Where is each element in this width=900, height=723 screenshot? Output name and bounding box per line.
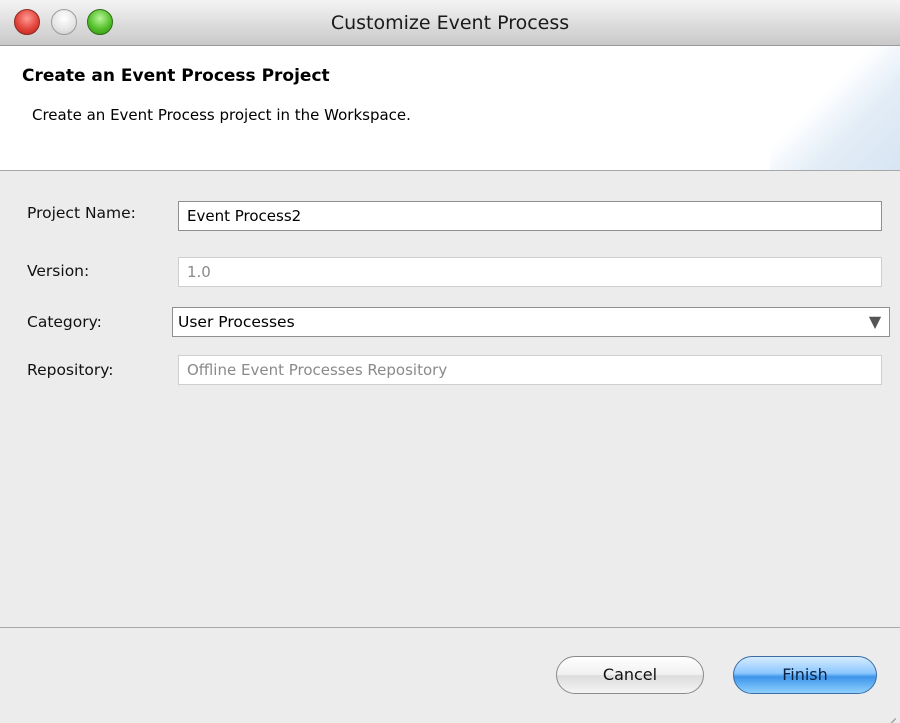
cancel-button[interactable]: Cancel: [556, 656, 704, 694]
version-field: 1.0: [178, 257, 882, 287]
chevron-down-icon[interactable]: ▼: [864, 308, 886, 336]
window-title: Customize Event Process: [330, 12, 570, 34]
project-form: Project Name: Event Process2 Version: 1.…: [0, 171, 900, 627]
category-select[interactable]: User Processes ▼: [172, 307, 890, 337]
banner-graphic: [770, 46, 900, 170]
banner-description: Create an Event Process project in the W…: [32, 106, 411, 124]
resize-grip-icon[interactable]: [882, 705, 896, 723]
wizard-banner: Create an Event Process Project Create a…: [0, 46, 900, 171]
project-name-label: Project Name:: [27, 204, 136, 222]
version-label: Version:: [27, 262, 90, 280]
title-bar[interactable]: Customize Event Process: [0, 0, 900, 46]
category-selected-value: User Processes: [178, 313, 295, 331]
button-bar: Cancel Finish: [0, 627, 900, 723]
banner-title: Create an Event Process Project: [22, 66, 330, 86]
category-label: Category:: [27, 313, 102, 331]
finish-button[interactable]: Finish: [733, 656, 877, 694]
repository-field: Offline Event Processes Repository: [178, 355, 882, 385]
repository-label: Repository:: [27, 361, 114, 379]
project-name-input[interactable]: Event Process2: [178, 201, 882, 231]
dialog-window: Customize Event Process Create an Event …: [0, 0, 900, 723]
